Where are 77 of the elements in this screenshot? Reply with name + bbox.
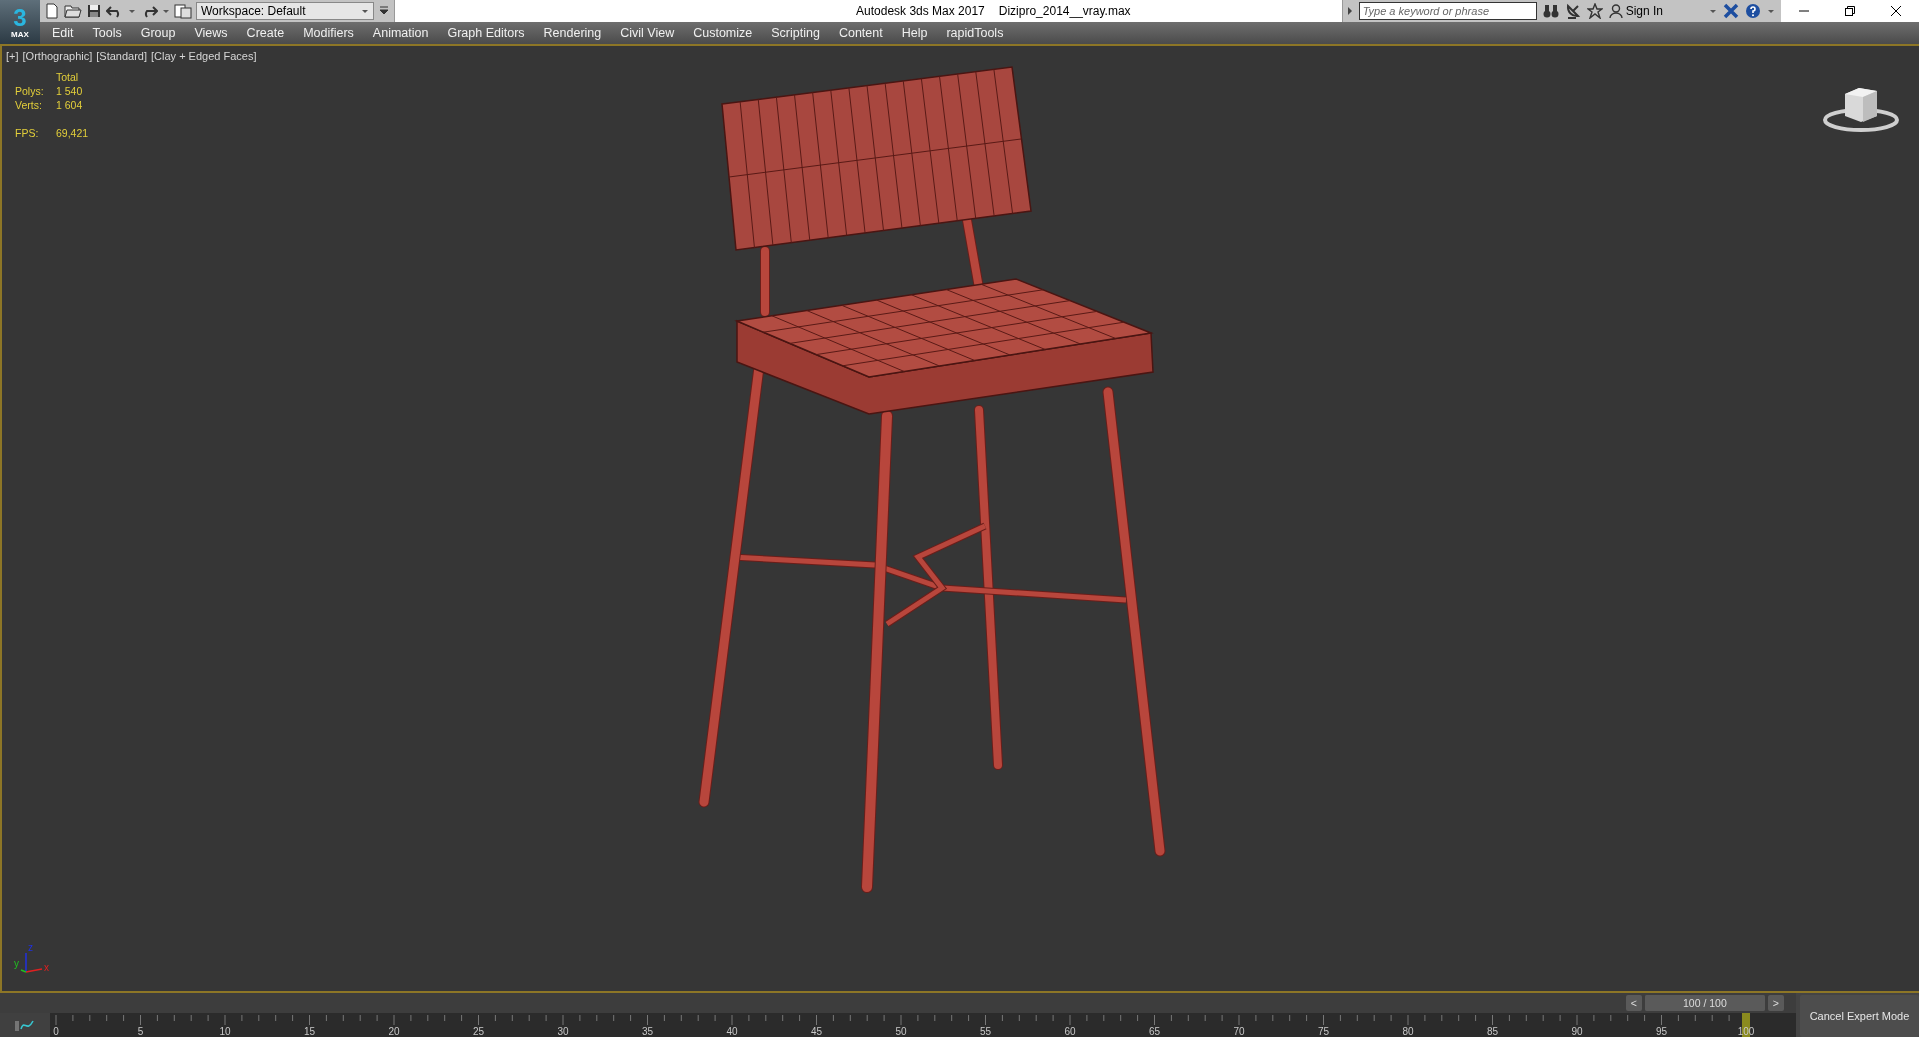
save-button[interactable]: [86, 3, 102, 19]
menu-item[interactable]: Group: [130, 22, 185, 44]
menu-item[interactable]: rapidTools: [936, 22, 1013, 44]
frame-number: 25: [472, 1026, 485, 1037]
frame-number: 30: [557, 1026, 569, 1037]
menu-item[interactable]: Graph Editors: [437, 22, 534, 44]
frame-number: 100: [1737, 1026, 1755, 1037]
restore-icon: [1845, 6, 1855, 16]
frame-number: 80: [1402, 1026, 1414, 1037]
frame-number: 40: [726, 1026, 738, 1037]
menu-item[interactable]: Scripting: [761, 22, 829, 44]
frame-number: 70: [1233, 1026, 1245, 1037]
frame-number: 95: [1655, 1026, 1668, 1037]
time-slider-handle[interactable]: 100 / 100: [1644, 995, 1765, 1011]
menu-item[interactable]: Civil View: [610, 22, 684, 44]
frame-number: 85: [1486, 1026, 1499, 1037]
exchange-x-icon[interactable]: [1723, 3, 1739, 19]
frame-number: 65: [1148, 1026, 1161, 1037]
axis-tripod-icon: [20, 952, 43, 973]
frame-number: 15: [303, 1026, 316, 1037]
menu-item[interactable]: Content: [828, 22, 892, 44]
frame-number: 90: [1571, 1026, 1583, 1037]
frame-number: 10: [219, 1026, 231, 1037]
stat-value: 69,421: [56, 127, 90, 139]
menu-item[interactable]: Modifiers: [293, 22, 363, 44]
viewport-mode-label[interactable]: [Orthographic]: [22, 50, 93, 62]
window-title: Autodesk 3ds Max 2017: [856, 4, 985, 18]
menu-item[interactable]: Help: [891, 22, 937, 44]
search-field[interactable]: Type a keyword or phrase: [1358, 2, 1537, 20]
viewport-mode-label[interactable]: [Standard]: [96, 50, 147, 62]
expand-arrow-icon[interactable]: [1346, 6, 1353, 16]
caret-icon[interactable]: [1767, 7, 1775, 15]
file-name: Dizipro_2014__vray.max: [998, 4, 1131, 18]
caret-icon: [361, 7, 369, 15]
user-icon: [1608, 4, 1623, 18]
viewport-mode-label[interactable]: [Clay + Edged Faces]: [151, 50, 257, 62]
stat-value: 1 540: [56, 85, 84, 97]
stat-value: 1 604: [56, 99, 84, 111]
frame-number: 20: [388, 1026, 400, 1037]
app-menu-button[interactable]: 3 MAX: [0, 0, 40, 44]
menu-item[interactable]: Customize: [683, 22, 762, 44]
stat-label: FPS:: [15, 127, 40, 139]
previous-frame-button[interactable]: <: [1625, 995, 1642, 1011]
viewport-menu-label[interactable]: [+]: [6, 50, 19, 62]
stats-heading: Total: [56, 71, 80, 83]
stat-label: Polys:: [15, 85, 45, 97]
frame-number: 5: [137, 1026, 144, 1037]
axis-label: y: [14, 958, 19, 969]
menu-item[interactable]: Rendering: [533, 22, 611, 44]
axis-label: z: [28, 942, 33, 953]
frame-number: 45: [810, 1026, 823, 1037]
frame-number: 60: [1064, 1026, 1076, 1037]
satellite-dish-icon[interactable]: [1564, 3, 1581, 19]
help-icon[interactable]: [1745, 3, 1761, 19]
frame-number: 0: [53, 1026, 59, 1037]
menu-item[interactable]: Create: [236, 22, 294, 44]
close-icon: [1891, 6, 1901, 16]
frame-number: 55: [979, 1026, 992, 1037]
next-frame-button[interactable]: >: [1767, 995, 1784, 1011]
star-icon[interactable]: [1586, 3, 1603, 19]
menu-item[interactable]: Edit: [42, 22, 83, 44]
stat-label: Verts:: [15, 99, 43, 111]
cancel-expert-mode-button[interactable]: Cancel Expert Mode: [1800, 995, 1919, 1037]
binoculars-icon[interactable]: [1542, 4, 1559, 18]
menu-item[interactable]: Animation: [362, 22, 438, 44]
frame-number: 75: [1317, 1026, 1330, 1037]
axis-label: x: [44, 962, 49, 973]
open-file-button[interactable]: [64, 3, 82, 19]
caret-icon[interactable]: [1709, 7, 1717, 15]
workspace-dropdown[interactable]: Workspace: Default: [196, 2, 374, 20]
menu-item[interactable]: Views: [184, 22, 237, 44]
sign-in-button[interactable]: Sign In: [1608, 4, 1663, 18]
menu-item[interactable]: Tools: [82, 22, 131, 44]
project-folder-button[interactable]: [174, 3, 192, 19]
new-file-button[interactable]: [44, 3, 60, 19]
frame-number: 50: [895, 1026, 907, 1037]
frame-number: 35: [641, 1026, 654, 1037]
